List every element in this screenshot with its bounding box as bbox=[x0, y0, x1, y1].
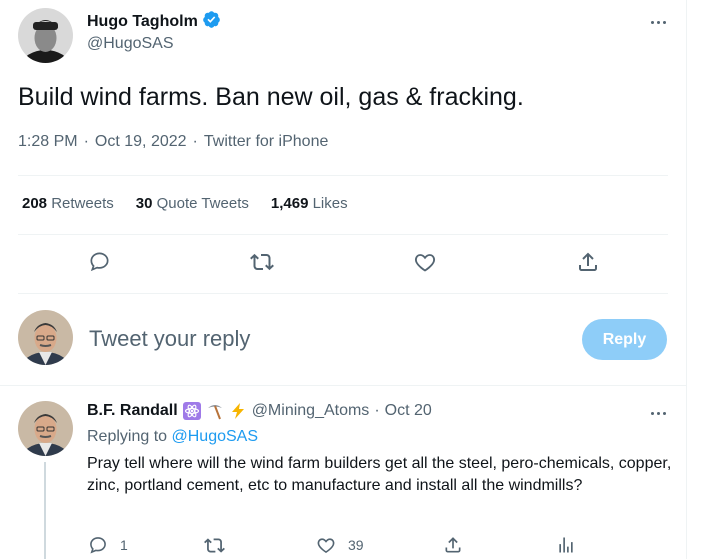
reply-share-action[interactable] bbox=[443, 535, 463, 555]
reply-input[interactable]: Tweet your reply bbox=[89, 326, 250, 352]
quotes-label: Quote Tweets bbox=[156, 195, 249, 212]
author-name-text: Hugo Tagholm bbox=[87, 13, 198, 30]
reply-text: Pray tell where will the wind farm build… bbox=[87, 455, 672, 494]
reply-more-options-icon[interactable] bbox=[646, 405, 670, 421]
current-user-avatar[interactable] bbox=[18, 310, 73, 365]
reply-icon bbox=[88, 250, 111, 273]
column-border bbox=[686, 0, 687, 559]
retweets-label: Retweets bbox=[51, 195, 114, 212]
tweet-time[interactable]: 1:28 PM bbox=[18, 133, 78, 151]
reply-header: B.F. Randall @Mining_Atoms · Oct 20 bbox=[87, 402, 432, 420]
heart-icon bbox=[413, 250, 437, 274]
reply-reply-action[interactable]: 1 bbox=[88, 535, 128, 555]
reply-separator: · bbox=[374, 402, 380, 419]
reply-count: 1 bbox=[120, 537, 128, 553]
tweet-text: Build wind farms. Ban new oil, gas & fra… bbox=[18, 83, 524, 111]
replying-to-prefix: Replying to bbox=[87, 428, 168, 445]
reply-analytics-action[interactable] bbox=[556, 535, 576, 555]
tweet-date[interactable]: Oct 19, 2022 bbox=[95, 133, 187, 151]
likes-count: 1,469 bbox=[270, 195, 309, 212]
likes-stat[interactable]: 1,469 Likes bbox=[271, 195, 348, 212]
retweets-stat[interactable]: 208 Retweets bbox=[22, 195, 114, 212]
reply-author-name[interactable]: B.F. Randall bbox=[87, 402, 178, 420]
divider bbox=[18, 293, 668, 294]
share-action[interactable] bbox=[576, 250, 600, 274]
reply-retweet-action[interactable] bbox=[204, 535, 225, 556]
reply-icon bbox=[88, 535, 108, 555]
divider bbox=[0, 385, 686, 386]
thread-connector-line bbox=[44, 462, 46, 559]
tweet-metadata: 1:28 PM · Oct 19, 2022 · Twitter for iPh… bbox=[18, 133, 328, 151]
heart-icon bbox=[316, 535, 336, 555]
divider bbox=[18, 234, 668, 235]
replying-to: Replying to @HugoSAS bbox=[87, 428, 258, 446]
quote-tweets-stat[interactable]: 30 Quote Tweets bbox=[136, 195, 249, 212]
author-name[interactable]: Hugo Tagholm bbox=[87, 10, 221, 34]
share-icon bbox=[576, 250, 600, 274]
engagement-stats: 208 Retweets 30 Quote Tweets 1,469 Likes bbox=[22, 195, 348, 212]
replying-to-link[interactable]: @HugoSAS bbox=[172, 428, 259, 445]
reply-date[interactable]: Oct 20 bbox=[385, 402, 432, 420]
share-icon bbox=[443, 535, 463, 555]
meta-separator: · bbox=[83, 133, 89, 150]
author-handle[interactable]: @HugoSAS bbox=[87, 35, 174, 53]
reply-action[interactable] bbox=[88, 250, 111, 273]
reply-button[interactable]: Reply bbox=[582, 319, 667, 360]
tweet-source[interactable]: Twitter for iPhone bbox=[204, 133, 329, 151]
retweet-icon bbox=[250, 250, 274, 274]
retweet-icon bbox=[204, 535, 225, 556]
reply-author-avatar[interactable] bbox=[18, 401, 73, 456]
reply-author-handle[interactable]: @Mining_Atoms bbox=[252, 402, 370, 420]
meta-separator: · bbox=[192, 133, 198, 150]
quotes-count: 30 bbox=[135, 195, 153, 212]
like-action[interactable] bbox=[413, 250, 437, 274]
verified-badge-icon bbox=[202, 10, 221, 34]
like-count: 39 bbox=[348, 537, 364, 553]
divider bbox=[18, 175, 668, 176]
likes-label: Likes bbox=[312, 195, 348, 212]
retweets-count: 208 bbox=[22, 195, 48, 212]
pick-emoji-icon bbox=[206, 402, 224, 420]
reply-like-action[interactable]: 39 bbox=[316, 535, 364, 555]
analytics-icon bbox=[556, 535, 576, 555]
author-avatar[interactable] bbox=[18, 8, 73, 63]
lightning-emoji-icon bbox=[229, 402, 247, 420]
tweet-more-options-icon[interactable] bbox=[646, 14, 670, 30]
atom-emoji-icon bbox=[182, 402, 201, 420]
retweet-action[interactable] bbox=[250, 250, 274, 274]
